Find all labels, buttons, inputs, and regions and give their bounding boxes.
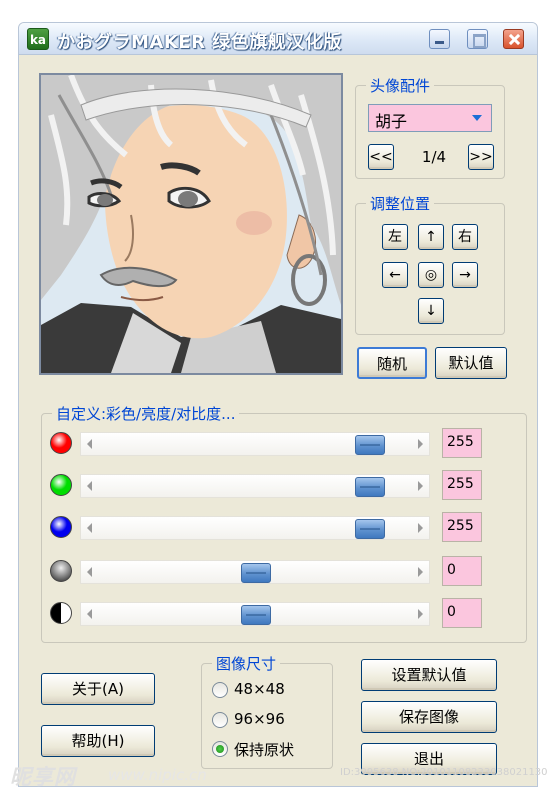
slider-row-red: 255: [50, 428, 502, 458]
part-select-value: 胡子: [375, 112, 408, 131]
align-left-button[interactable]: 左: [382, 224, 408, 250]
size-radio-48[interactable]: [212, 682, 228, 698]
slider-row-green: 255: [50, 470, 502, 500]
title-bar[interactable]: ka かおグラMAKER 绿色旗舰汉化版: [19, 23, 537, 55]
avatar-image: [41, 75, 341, 373]
prev-part-button[interactable]: <<: [368, 144, 394, 170]
minimize-button[interactable]: [429, 29, 450, 49]
move-left-button[interactable]: ←: [382, 262, 408, 288]
move-right-button[interactable]: →: [452, 262, 478, 288]
set-default-button[interactable]: 设置默认值: [361, 659, 497, 691]
arrow-left-icon[interactable]: [87, 609, 92, 619]
maximize-button[interactable]: [467, 29, 488, 49]
arrow-left-icon[interactable]: [87, 481, 92, 491]
app-window: ka かおグラMAKER 绿色旗舰汉化版 头像配件 胡子 << 1/4 >> 调…: [18, 22, 538, 787]
position-panel: 调整位置 左 ↑ 右 ← ◎ → ↓: [355, 193, 505, 335]
size-radio-96[interactable]: [212, 712, 228, 728]
parts-panel: 头像配件 胡子 << 1/4 >>: [355, 75, 505, 179]
random-button[interactable]: 随机: [357, 347, 427, 379]
avatar-preview: [39, 73, 343, 375]
align-right-button[interactable]: 右: [452, 224, 478, 250]
watermark: 昵享网 www.nipic.cn ID:3995638 NO:201011082…: [0, 757, 558, 791]
arrow-right-icon[interactable]: [418, 567, 423, 577]
close-button[interactable]: [503, 29, 524, 49]
slider-row-blue: 255: [50, 512, 502, 542]
arrow-right-icon[interactable]: [418, 609, 423, 619]
red-swatch-icon: [50, 432, 72, 454]
arrow-left-icon[interactable]: [87, 523, 92, 533]
move-up-button[interactable]: ↑: [418, 224, 444, 250]
blue-slider-thumb[interactable]: [354, 519, 385, 539]
size-radio-original[interactable]: [212, 741, 228, 757]
center-button[interactable]: ◎: [418, 262, 444, 288]
brightness-slider-thumb[interactable]: [241, 563, 271, 583]
green-slider[interactable]: [80, 474, 430, 498]
green-value[interactable]: 255: [442, 470, 482, 500]
green-swatch-icon: [50, 474, 72, 496]
contrast-swatch-icon: [50, 602, 72, 624]
blue-swatch-icon: [50, 516, 72, 538]
app-icon: ka: [27, 28, 49, 50]
save-image-button[interactable]: 保存图像: [361, 701, 497, 733]
brightness-value[interactable]: 0: [442, 556, 482, 586]
custom-panel: 自定义:彩色/亮度/对比度... 255 255 255 0 0: [41, 403, 527, 643]
red-slider-thumb[interactable]: [354, 435, 385, 455]
size-panel: 图像尺寸 48×48 96×96 保持原状: [201, 653, 333, 769]
arrow-left-icon[interactable]: [87, 439, 92, 449]
size-label-48: 48×48: [234, 680, 285, 698]
arrow-right-icon[interactable]: [418, 523, 423, 533]
brightness-slider[interactable]: [80, 560, 430, 584]
default-values-button[interactable]: 默认值: [435, 347, 507, 379]
size-panel-title: 图像尺寸: [212, 653, 281, 674]
blue-slider[interactable]: [80, 516, 430, 540]
position-panel-title: 调整位置: [366, 193, 435, 214]
slider-row-brightness: 0: [50, 556, 502, 586]
arrow-right-icon[interactable]: [418, 481, 423, 491]
contrast-slider-thumb[interactable]: [241, 605, 271, 625]
arrow-left-icon[interactable]: [87, 567, 92, 577]
next-part-button[interactable]: >>: [468, 144, 494, 170]
window-title: かおグラMAKER 绿色旗舰汉化版: [57, 32, 342, 53]
contrast-slider[interactable]: [80, 602, 430, 626]
custom-panel-title: 自定义:彩色/亮度/对比度...: [52, 403, 240, 424]
about-button[interactable]: 关于(A): [41, 673, 155, 705]
slider-row-contrast: 0: [50, 598, 502, 628]
blue-value[interactable]: 255: [442, 512, 482, 542]
contrast-value[interactable]: 0: [442, 598, 482, 628]
green-slider-thumb[interactable]: [354, 477, 385, 497]
help-button[interactable]: 帮助(H): [41, 725, 155, 757]
brightness-swatch-icon: [50, 560, 72, 582]
move-down-button[interactable]: ↓: [418, 298, 444, 324]
watermark-url: www.nipic.cn: [108, 766, 207, 784]
watermark-id: ID:3995638 NO:20101108233038021130: [340, 767, 548, 778]
part-select[interactable]: 胡子: [368, 104, 492, 132]
page-indicator: 1/4: [421, 148, 447, 166]
chevron-down-icon[interactable]: [465, 107, 489, 129]
red-slider[interactable]: [80, 432, 430, 456]
red-value[interactable]: 255: [442, 428, 482, 458]
arrow-right-icon[interactable]: [418, 439, 423, 449]
watermark-logo: 昵享网: [10, 765, 76, 789]
parts-panel-title: 头像配件: [366, 75, 435, 96]
size-label-96: 96×96: [234, 710, 285, 728]
